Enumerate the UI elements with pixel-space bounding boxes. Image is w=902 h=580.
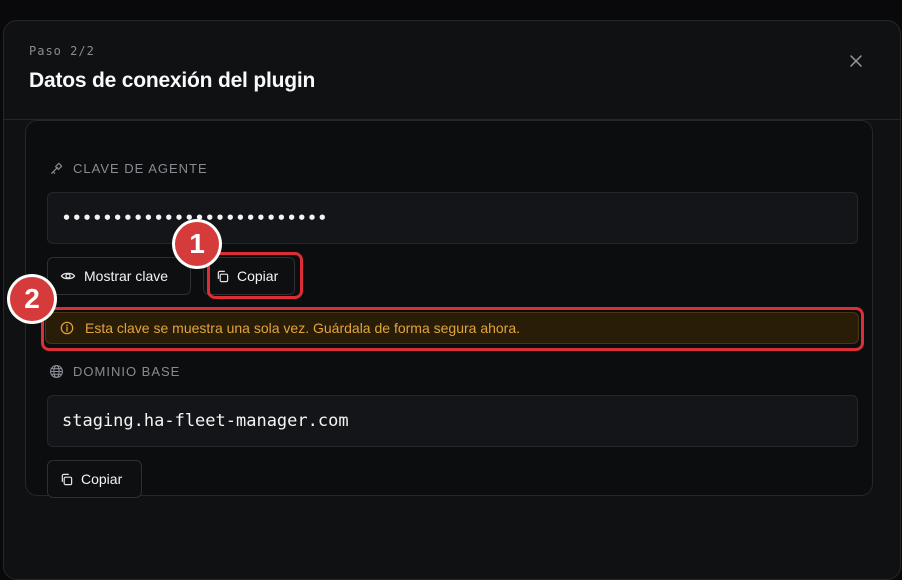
dialog-header: Paso 2/2 Datos de conexión del plugin — [4, 21, 900, 120]
base-domain-label: DOMINIO BASE — [49, 364, 180, 379]
copy-icon — [61, 473, 73, 485]
agent-key-field[interactable]: •••••••••••••••••••••••••• — [47, 192, 858, 244]
warning-text: Esta clave se muestra una sola vez. Guár… — [85, 320, 521, 336]
agent-key-label-text: CLAVE DE AGENTE — [73, 161, 208, 176]
info-icon — [60, 321, 74, 335]
copy-key-label: Copiar — [237, 268, 279, 284]
copy-domain-button[interactable]: Copiar — [47, 460, 142, 498]
copy-key-button[interactable]: Copiar — [203, 257, 295, 295]
eye-icon — [60, 272, 76, 280]
annotation-badge-1: 1 — [175, 222, 219, 266]
base-domain-value: staging.ha-fleet-manager.com — [62, 411, 349, 431]
key-icon — [51, 162, 63, 174]
base-domain-field[interactable]: staging.ha-fleet-manager.com — [47, 395, 858, 447]
agent-key-label: CLAVE DE AGENTE — [49, 161, 208, 176]
show-key-button[interactable]: Mostrar clave — [47, 257, 191, 295]
one-time-warning: Esta clave se muestra una sola vez. Guár… — [45, 312, 859, 344]
copy-domain-label: Copiar — [81, 471, 123, 487]
annotation-badge-2: 2 — [10, 277, 54, 321]
step-indicator: Paso 2/2 — [29, 44, 95, 58]
close-button[interactable] — [844, 49, 868, 73]
globe-icon — [50, 365, 63, 378]
close-icon — [850, 55, 862, 67]
base-domain-label-text: DOMINIO BASE — [73, 364, 181, 379]
show-key-label: Mostrar clave — [84, 268, 169, 284]
copy-icon — [217, 270, 229, 282]
dialog-title: Datos de conexión del plugin — [29, 69, 316, 92]
